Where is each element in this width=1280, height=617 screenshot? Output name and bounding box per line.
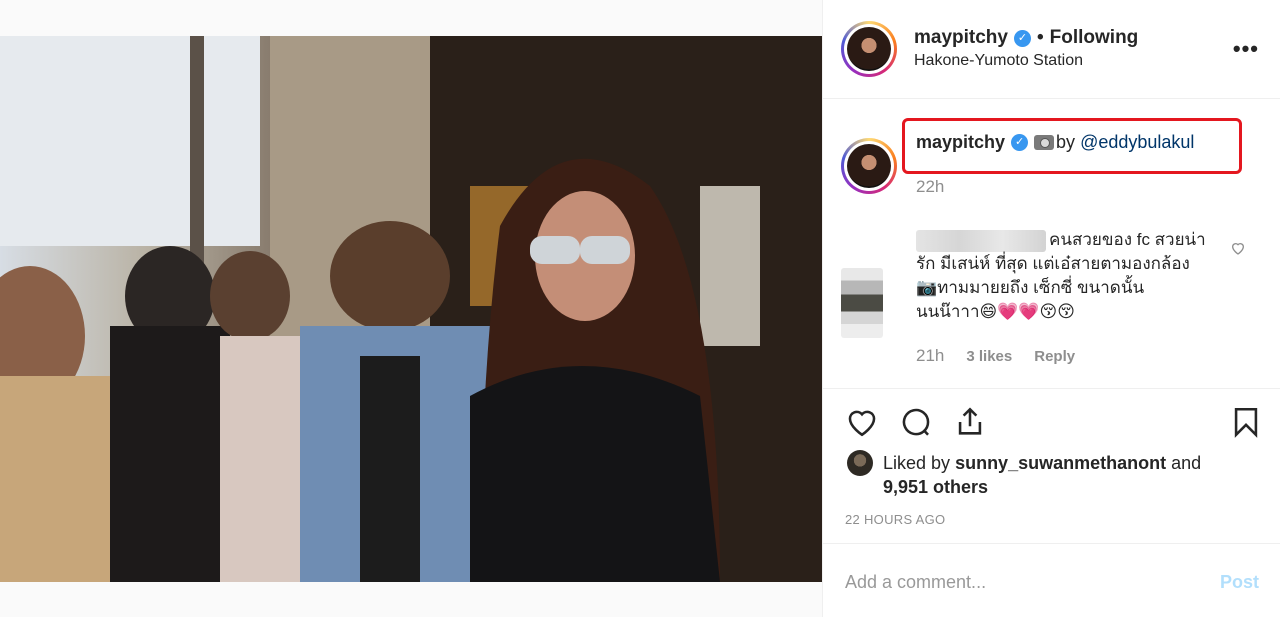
following-button[interactable]: Following	[1050, 27, 1139, 49]
liked-by-row: Liked by sunny_suwanmethanont and 9,951 …	[847, 450, 1243, 499]
more-options-icon[interactable]: •••	[1233, 36, 1259, 62]
comment-bubble-icon[interactable]	[899, 405, 933, 439]
caption-mention[interactable]: @eddybulakul	[1080, 132, 1194, 153]
save-bookmark-icon[interactable]	[1229, 405, 1263, 439]
liked-prefix: Liked by	[883, 453, 951, 473]
liked-by-text: Liked by sunny_suwanmethanont and 9,951 …	[883, 451, 1243, 499]
caption-text: maypitchy ✓ by @eddybulakul	[916, 132, 1194, 153]
camera-emoji-icon	[1034, 135, 1055, 150]
like-heart-icon[interactable]	[845, 405, 879, 439]
post-details-panel: maypitchy ✓ • Following Hakone-Yumoto St…	[822, 0, 1280, 617]
caption-by: by	[1056, 132, 1076, 152]
comment-likes[interactable]: 3 likes	[966, 348, 1012, 365]
post-comment-button[interactable]: Post	[1220, 572, 1259, 593]
liked-by-avatar[interactable]	[847, 450, 873, 476]
post-photo[interactable]	[0, 36, 822, 582]
separator-dot: •	[1036, 27, 1044, 48]
caption-avatar[interactable]	[841, 138, 897, 194]
post-timestamp[interactable]: 22 HOURS AGO	[845, 512, 945, 527]
author-row: maypitchy ✓ • Following	[914, 27, 1138, 49]
location-link[interactable]: Hakone-Yumoto Station	[914, 52, 1083, 70]
author-avatar[interactable]	[841, 21, 897, 77]
add-comment-bar: Post	[823, 543, 1280, 617]
comment-like-heart-icon[interactable]	[1230, 240, 1246, 256]
liked-and: and	[1171, 453, 1202, 473]
liked-user-link[interactable]: sunny_suwanmethanont	[955, 453, 1166, 473]
post-actions: Liked by sunny_suwanmethanont and 9,951 …	[823, 388, 1280, 543]
verified-badge-icon: ✓	[1013, 29, 1031, 47]
liked-others-link[interactable]: 9,951 others	[883, 477, 988, 497]
photo-illustration	[0, 36, 822, 582]
comment-avatar-blurred[interactable]	[841, 268, 883, 338]
author-username[interactable]: maypitchy	[914, 27, 1008, 49]
comment-body: คนสวยของ fc สวยน่ารัก มีเสน่ห์ ที่สุด แต…	[916, 230, 1206, 321]
caption-verified-badge-icon: ✓	[1011, 134, 1029, 151]
share-icon[interactable]	[953, 405, 987, 439]
comment-text: คนสวยของ fc สวยน่ารัก มีเสน่ห์ ที่สุด แต…	[916, 228, 1206, 324]
caption-username[interactable]: maypitchy	[916, 132, 1005, 153]
comment-time[interactable]: 21h	[916, 346, 944, 366]
comment-meta: 21h 3 likes Reply	[916, 346, 1075, 366]
caption-time[interactable]: 22h	[916, 177, 944, 197]
post-header: maypitchy ✓ • Following Hakone-Yumoto St…	[823, 0, 1280, 99]
reply-button[interactable]: Reply	[1034, 348, 1075, 365]
add-comment-input[interactable]	[845, 568, 1185, 596]
photo-area	[0, 0, 822, 617]
